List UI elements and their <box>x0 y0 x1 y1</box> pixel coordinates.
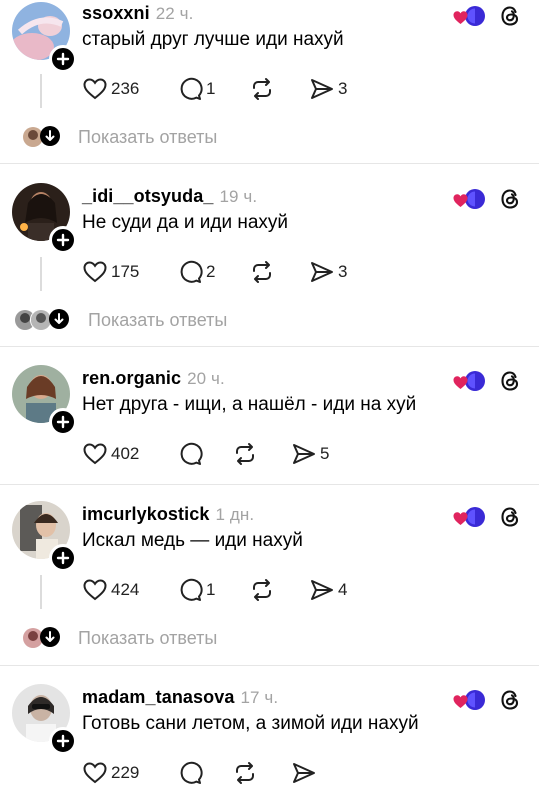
post-text: Не суди да и иди нахуй <box>82 212 289 233</box>
threads-logo-icon[interactable] <box>498 688 522 712</box>
comment-icon <box>177 441 203 467</box>
threads-logo-icon[interactable] <box>498 4 522 28</box>
comment-icon <box>177 760 203 786</box>
show-replies-label[interactable]: Показать ответы <box>88 310 227 331</box>
follow-plus-icon[interactable] <box>49 727 77 755</box>
post-time: 1 дн. <box>215 505 255 524</box>
share-button[interactable]: 3 <box>309 257 347 287</box>
repost-icon <box>249 259 275 285</box>
show-replies-label[interactable]: Показать ответы <box>78 127 217 148</box>
comment-button[interactable]: 1 <box>177 575 215 605</box>
arrow-down-icon <box>40 627 60 647</box>
heart-emoji-badge-icon <box>452 369 488 393</box>
share-icon <box>309 76 335 102</box>
like-count: 175 <box>111 262 140 281</box>
share-count: 4 <box>338 580 348 599</box>
divider <box>0 163 539 164</box>
share-button[interactable]: 4 <box>309 575 347 605</box>
share-count: 5 <box>320 444 330 463</box>
post-time: 22 ч. <box>155 4 194 23</box>
show-replies[interactable]: Показать ответы <box>0 623 539 653</box>
share-icon <box>309 577 335 603</box>
like-count: 424 <box>111 580 140 599</box>
share-icon <box>291 441 317 467</box>
username[interactable]: _idi__otsyuda_ <box>82 186 213 206</box>
comment-count: 2 <box>206 262 216 281</box>
heart-icon <box>82 441 108 467</box>
comment-icon <box>177 76 203 102</box>
post-text: Искал медь — иди нахуй <box>82 530 303 551</box>
heart-emoji-badge-icon <box>452 688 488 712</box>
like-button[interactable]: 175 <box>82 257 139 287</box>
share-count: 3 <box>338 262 348 281</box>
share-icon <box>291 760 317 786</box>
heart-icon <box>82 577 108 603</box>
comment-button[interactable] <box>177 439 206 469</box>
like-count: 236 <box>111 79 140 98</box>
repost-button[interactable] <box>249 74 278 104</box>
like-button[interactable]: 402 <box>82 439 139 469</box>
thread-line <box>40 74 42 108</box>
repost-button[interactable] <box>249 575 278 605</box>
post-text: старый друг лучше иди нахуй <box>82 29 344 50</box>
threads-logo-icon[interactable] <box>498 187 522 211</box>
post-text: Готовь сани летом, а зимой иди нахуй <box>82 713 419 734</box>
follow-plus-icon[interactable] <box>49 226 77 254</box>
post-time: 20 ч. <box>187 369 225 388</box>
arrow-down-icon <box>40 126 60 146</box>
threads-logo-icon[interactable] <box>498 369 522 393</box>
follow-plus-icon[interactable] <box>49 544 77 572</box>
repost-button[interactable] <box>232 439 261 469</box>
divider <box>0 346 539 347</box>
repost-icon <box>249 577 275 603</box>
repost-icon <box>232 441 258 467</box>
repost-icon <box>232 760 258 786</box>
comment-count: 1 <box>206 79 216 98</box>
share-count: 3 <box>338 79 348 98</box>
follow-plus-icon[interactable] <box>49 408 77 436</box>
like-button[interactable]: 424 <box>82 575 139 605</box>
username[interactable]: ssoxxni <box>82 3 150 23</box>
heart-icon <box>82 259 108 285</box>
show-replies-label[interactable]: Показать ответы <box>78 628 217 649</box>
post-text: Нет друга - ищи, а нашёл - иди на хуй <box>82 394 417 415</box>
username[interactable]: imcurlykostick <box>82 504 209 524</box>
threads-logo-icon[interactable] <box>498 505 522 529</box>
heart-emoji-badge-icon <box>452 187 488 211</box>
comment-icon <box>177 259 203 285</box>
arrow-down-icon <box>49 309 69 329</box>
heart-emoji-badge-icon <box>452 4 488 28</box>
divider <box>0 484 539 485</box>
post-time: 19 ч. <box>219 187 258 206</box>
repost-button[interactable] <box>232 758 261 788</box>
repost-icon <box>249 76 275 102</box>
follow-plus-icon[interactable] <box>49 45 77 73</box>
share-button[interactable]: 3 <box>309 74 347 104</box>
thread-line <box>40 257 42 291</box>
comment-icon <box>177 577 203 603</box>
heart-icon <box>82 760 108 786</box>
divider <box>0 665 539 666</box>
username[interactable]: ren.organic <box>82 368 181 388</box>
heart-emoji-badge-icon <box>452 505 488 529</box>
comment-button[interactable] <box>177 758 206 788</box>
like-count: 229 <box>111 763 140 782</box>
show-replies[interactable]: Показать ответы <box>0 122 539 152</box>
show-replies[interactable]: Показать ответы <box>0 305 539 335</box>
username[interactable]: madam_tanasova <box>82 687 234 707</box>
comment-button[interactable]: 1 <box>177 74 215 104</box>
thread-line <box>40 575 42 609</box>
share-button[interactable] <box>291 758 320 788</box>
like-button[interactable]: 236 <box>82 74 139 104</box>
share-button[interactable]: 5 <box>291 439 329 469</box>
heart-icon <box>82 76 108 102</box>
comment-count: 1 <box>206 580 216 599</box>
like-button[interactable]: 229 <box>82 758 139 788</box>
like-count: 402 <box>111 444 140 463</box>
post-time: 17 ч. <box>240 688 279 707</box>
comment-button[interactable]: 2 <box>177 257 215 287</box>
share-icon <box>309 259 335 285</box>
repost-button[interactable] <box>249 257 278 287</box>
